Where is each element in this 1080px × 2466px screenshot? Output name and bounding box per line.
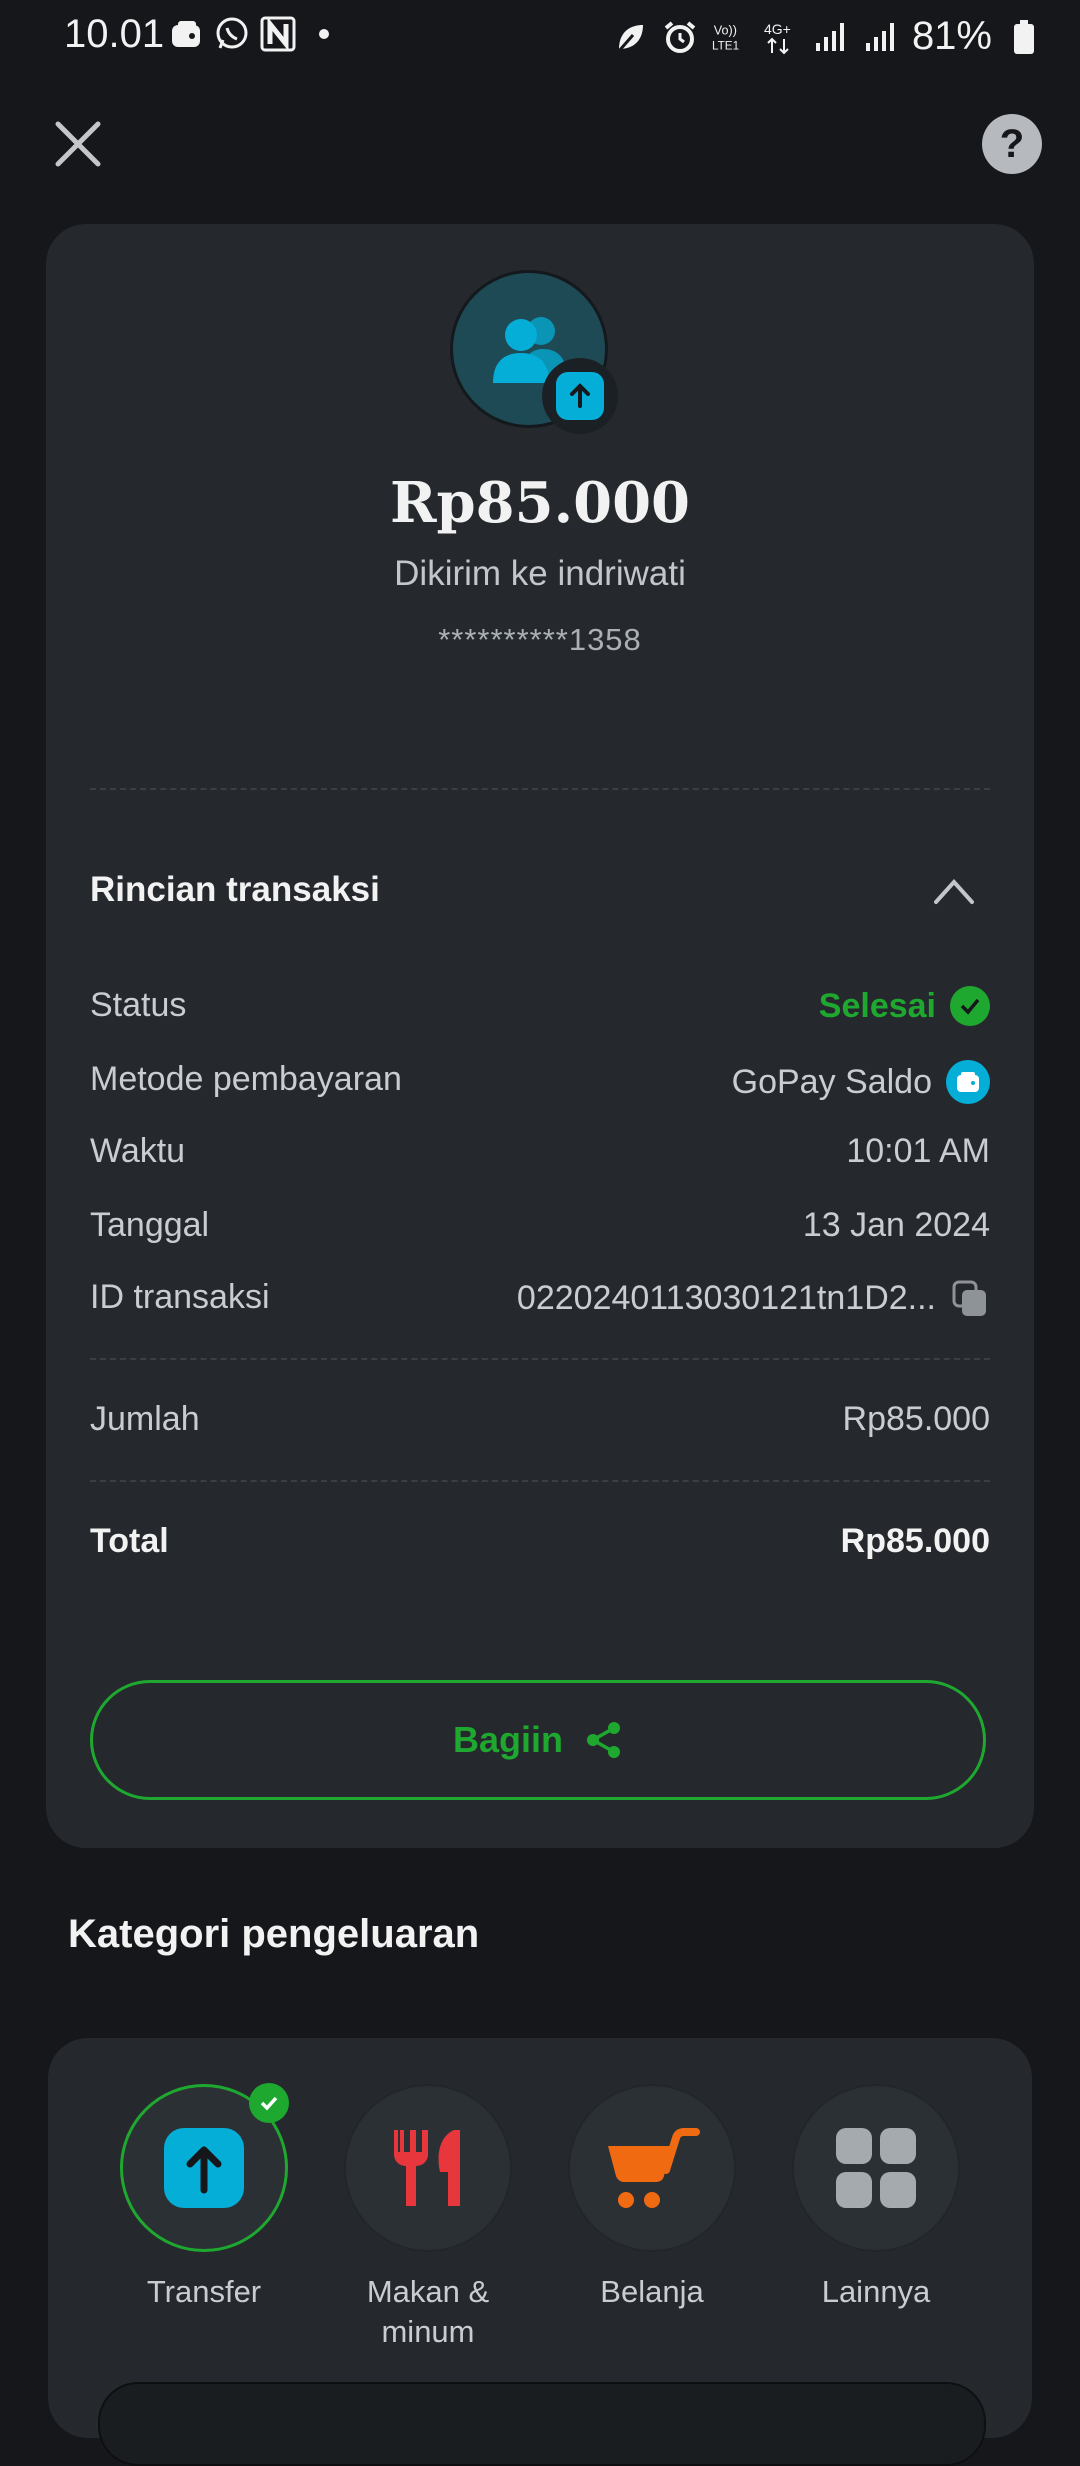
row-total: Total Rp85.000	[90, 1522, 990, 1572]
status-bar: 10.01 Vo)) LTE1 4G+ 81%	[0, 0, 1080, 72]
recipient-name: Dikirim ke indriwati	[394, 554, 686, 593]
row-transaction-id: ID transaksi 0220240113030121tn1D2...	[90, 1278, 990, 1328]
row-payment-method: Metode pembayaran GoPay Saldo	[90, 1060, 990, 1110]
category-label: Makan & minum	[366, 2274, 490, 2349]
status-time: 10.01	[64, 12, 165, 56]
category-transfer[interactable]: Transfer	[120, 2083, 289, 2312]
date-label: Tanggal	[90, 1206, 210, 1244]
selected-check-icon	[249, 2083, 289, 2123]
close-icon	[55, 121, 101, 167]
signal-icon	[862, 19, 898, 55]
details-title: Rincian transaksi	[90, 870, 380, 909]
category-belanja[interactable]: Belanja	[568, 2084, 736, 2312]
svg-text:LTE1: LTE1	[712, 39, 739, 52]
system-icons: Vo)) LTE1 4G+ 81%	[612, 14, 1042, 59]
fork-knife-icon	[394, 2130, 460, 2206]
grid-icon	[836, 2128, 916, 2208]
category-label: Lainnya	[821, 2274, 931, 2309]
transaction-id-value: 0220240113030121tn1D2...	[516, 1278, 936, 1317]
category-makan-minum[interactable]: Makan & minum	[344, 2084, 512, 2352]
shopping-cart-icon	[608, 2128, 700, 2208]
divider	[90, 1480, 990, 1482]
account-number: **********1358	[438, 622, 642, 657]
transaction-id-label: ID transaksi	[90, 1278, 270, 1316]
row-date: Tanggal 13 Jan 2024	[90, 1206, 990, 1256]
date-value: 13 Jan 2024	[802, 1206, 990, 1244]
help-button[interactable]: ?	[982, 114, 1042, 174]
row-status: Status Selesai	[90, 986, 990, 1036]
total-value: Rp85.000	[840, 1522, 990, 1560]
divider	[90, 1358, 990, 1360]
share-label: Bagiin	[452, 1719, 563, 1760]
transfer-badge	[542, 358, 618, 434]
share-button[interactable]: Bagiin	[90, 1680, 986, 1800]
wallet-icon	[168, 16, 204, 52]
check-icon	[950, 986, 990, 1026]
gopay-wallet-icon	[946, 1060, 990, 1104]
category-label: Transfer	[146, 2274, 262, 2309]
jumlah-label: Jumlah	[90, 1400, 200, 1438]
share-icon	[587, 1722, 620, 1758]
battery-icon	[1006, 19, 1042, 55]
whatsapp-icon	[214, 16, 250, 52]
total-label: Total	[90, 1522, 169, 1560]
categories-title: Kategori pengeluaran	[68, 1912, 480, 1956]
4g-icon: 4G+	[762, 19, 798, 55]
transfer-icon	[164, 2128, 244, 2208]
copy-icon[interactable]	[950, 1278, 990, 1318]
category-label: Belanja	[600, 2274, 704, 2309]
status-value: Selesai	[818, 986, 936, 1025]
battery-percentage: 81%	[911, 14, 992, 58]
category-input-partial[interactable]	[98, 2382, 986, 2466]
row-time: Waktu 10:01 AM	[90, 1132, 990, 1182]
payment-method-value: GoPay Saldo	[731, 1062, 932, 1101]
dot-icon	[306, 16, 342, 52]
payment-method-label: Metode pembayaran	[90, 1060, 402, 1098]
time-label: Waktu	[90, 1132, 186, 1170]
time-value: 10:01 AM	[846, 1132, 990, 1170]
leaf-icon	[612, 19, 648, 55]
collapse-toggle[interactable]	[932, 876, 976, 906]
alarm-icon	[662, 19, 698, 55]
transaction-card: Rp85.000 Dikirim ke indriwati **********…	[46, 224, 1034, 1848]
n-app-icon	[260, 16, 296, 52]
close-button[interactable]	[52, 118, 104, 170]
volte-icon: Vo)) LTE1	[712, 19, 748, 55]
divider	[90, 788, 990, 790]
transaction-amount: Rp85.000	[389, 470, 690, 536]
row-jumlah: Jumlah Rp85.000	[90, 1400, 990, 1450]
signal-icon	[812, 19, 848, 55]
chevron-up-icon	[934, 879, 974, 904]
help-icon: ?	[999, 121, 1025, 166]
status-label: Status	[90, 986, 187, 1024]
svg-text:Vo)): Vo))	[714, 23, 737, 37]
categories-card: Transfer Makan & minum Belanja Lainnya	[48, 2038, 1032, 2466]
notification-icons	[168, 16, 342, 52]
jumlah-value: Rp85.000	[842, 1400, 990, 1438]
arrow-up-icon	[570, 383, 590, 408]
svg-text:4G+: 4G+	[764, 21, 791, 37]
category-lainnya[interactable]: Lainnya	[792, 2084, 960, 2312]
